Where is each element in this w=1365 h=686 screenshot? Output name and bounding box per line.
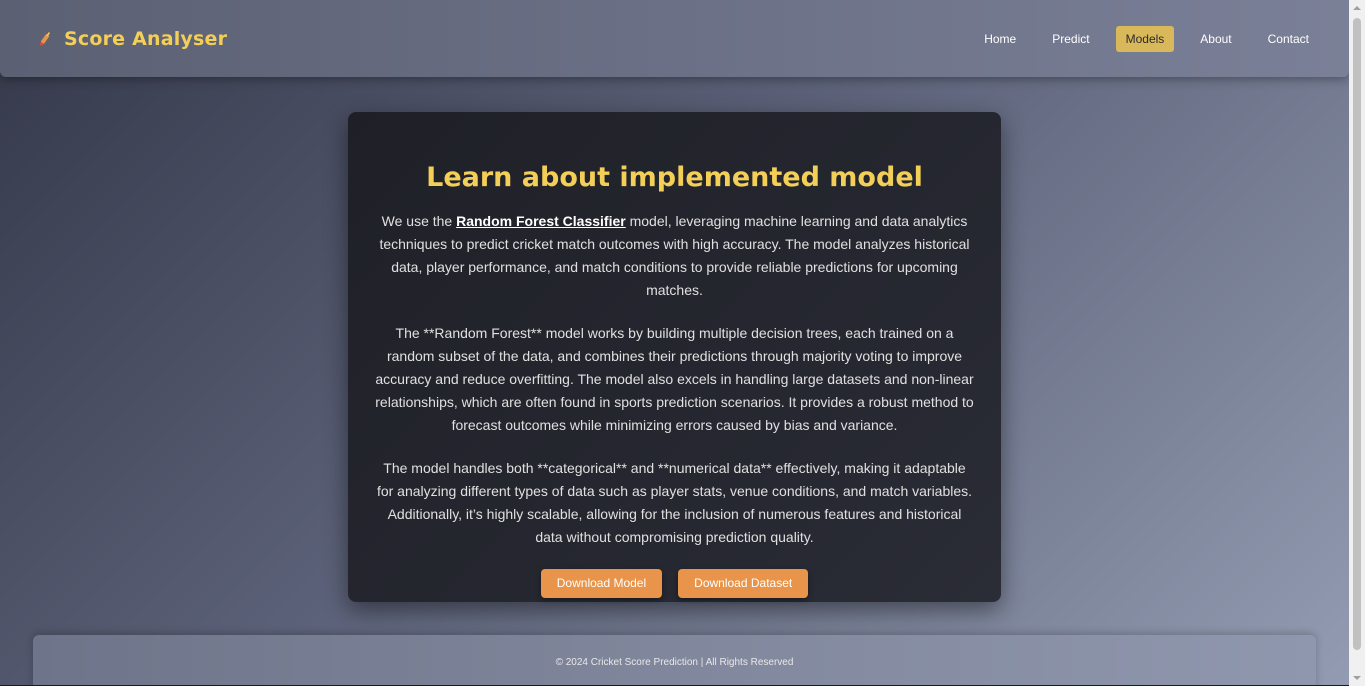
page-title: Learn about implemented model <box>426 162 923 193</box>
cricket-bat-icon <box>38 31 54 47</box>
nav-links: Home Predict Models About Contact <box>958 26 1319 52</box>
scroll-up-arrow-icon[interactable] <box>1349 0 1365 16</box>
nav-models[interactable]: Models <box>1115 26 1175 52</box>
intro-paragraph: We use the Random Forest Classifier mode… <box>374 210 975 302</box>
brand[interactable]: Score Analyser <box>38 28 227 50</box>
nav-about[interactable]: About <box>1190 26 1241 52</box>
download-model-button[interactable]: Download Model <box>540 569 663 598</box>
brand-title: Score Analyser <box>64 28 228 50</box>
nav-contact[interactable]: Contact <box>1258 26 1319 52</box>
data-handling-paragraph: The model handles both **categorical** a… <box>376 460 973 545</box>
top-navbar: Score Analyser Home Predict Models About… <box>0 0 1349 77</box>
intro-text-before: We use the <box>381 213 457 229</box>
random-forest-paragraph: The **Random Forest** model works by bui… <box>375 325 974 433</box>
nav-home[interactable]: Home <box>974 26 1026 52</box>
nav-predict[interactable]: Predict <box>1042 26 1099 52</box>
download-dataset-button[interactable]: Download Dataset <box>678 569 809 598</box>
model-info-card: Learn about implemented model We use the… <box>348 112 1001 602</box>
download-buttons: Download Model Download Dataset <box>374 569 975 598</box>
scrollbar-thumb[interactable] <box>1353 18 1361 650</box>
random-forest-link[interactable]: Random Forest Classifier <box>456 213 626 229</box>
footer: © 2024 Cricket Score Prediction | All Ri… <box>33 635 1316 686</box>
footer-copyright: © 2024 Cricket Score Prediction | All Ri… <box>555 657 794 668</box>
vertical-scrollbar[interactable] <box>1349 0 1365 686</box>
scroll-down-arrow-icon[interactable] <box>1349 670 1365 686</box>
